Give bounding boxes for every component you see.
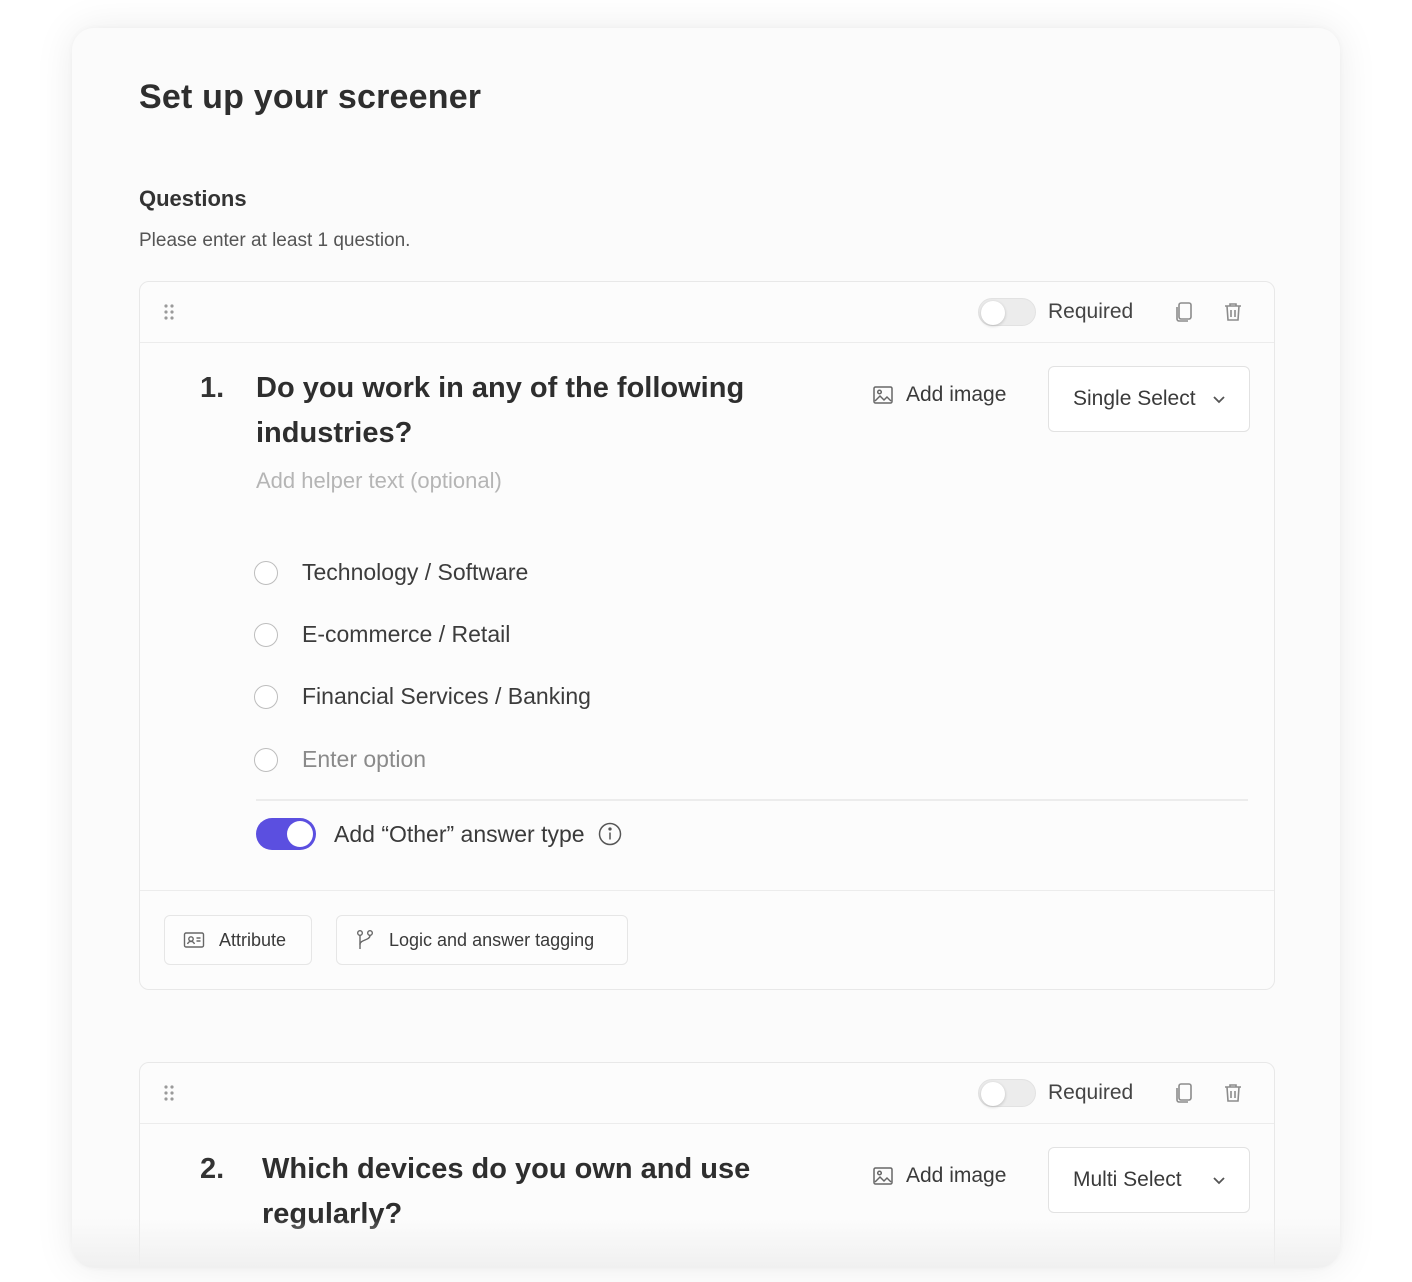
toggle-knob	[287, 821, 313, 847]
question-type-select[interactable]: Multi Select	[1048, 1147, 1250, 1213]
drag-handle-icon[interactable]	[162, 1083, 176, 1103]
option-radio[interactable]	[254, 684, 278, 709]
add-image-label: Add image	[906, 1164, 1007, 1187]
other-answer-toggle[interactable]	[256, 818, 316, 850]
attribute-label: Attribute	[219, 929, 287, 950]
duplicate-icon[interactable]	[1171, 1080, 1197, 1106]
trash-icon[interactable]	[1220, 299, 1246, 325]
duplicate-icon[interactable]	[1171, 299, 1197, 325]
question-type-value: Multi Select	[1073, 1168, 1182, 1191]
option-radio[interactable]	[254, 747, 278, 772]
new-option-row: Enter option	[254, 746, 426, 773]
question-card-header: Required	[140, 1063, 1274, 1124]
required-label: Required	[1048, 300, 1134, 323]
required-label: Required	[1048, 1081, 1134, 1104]
trash-icon[interactable]	[1220, 1080, 1246, 1106]
required-toggle[interactable]	[978, 298, 1036, 326]
id-card-icon	[183, 932, 205, 948]
new-option-input[interactable]: Enter option	[302, 746, 426, 773]
option-row: E-commerce / Retail	[254, 621, 510, 648]
drag-handle-icon[interactable]	[162, 302, 176, 322]
other-answer-label: Add “Other” answer type	[334, 820, 585, 847]
other-answer-row: Add “Other” answer type	[256, 818, 623, 850]
option-row: Financial Services / Banking	[254, 683, 591, 710]
option-label[interactable]: E-commerce / Retail	[302, 621, 510, 648]
chevron-down-icon	[1213, 396, 1225, 404]
option-row: Technology / Software	[254, 559, 528, 586]
logic-tagging-label: Logic and answer tagging	[389, 929, 595, 950]
question-text[interactable]: Do you work in any of the following indu…	[256, 366, 796, 456]
question-card-1: Required 1. Do you work in any of the fo…	[139, 281, 1275, 990]
image-icon	[873, 386, 893, 404]
branch-icon	[357, 930, 373, 949]
logic-tagging-button[interactable]: Logic and answer tagging	[336, 915, 628, 965]
question-number: 1.	[200, 372, 225, 404]
panel-bottom-fade	[72, 1218, 1340, 1268]
chevron-down-icon	[1213, 1177, 1225, 1185]
divider	[256, 799, 1248, 801]
question-card-header: Required	[140, 282, 1274, 343]
option-label[interactable]: Technology / Software	[302, 559, 528, 586]
info-icon[interactable]	[597, 821, 623, 847]
required-toggle[interactable]	[978, 1079, 1036, 1107]
helper-text-input[interactable]: Add helper text (optional)	[256, 468, 502, 494]
add-image-label: Add image	[906, 383, 1007, 406]
section-title: Questions	[139, 186, 247, 211]
question-card-footer: Attribute Logic and answer tagging	[140, 890, 1274, 989]
add-image-button[interactable]: Add image	[872, 383, 1006, 407]
image-icon	[873, 1167, 893, 1185]
screener-panel: Set up your screener Questions Please en…	[72, 28, 1340, 1268]
question-type-select[interactable]: Single Select	[1048, 366, 1250, 432]
section-subtitle: Please enter at least 1 question.	[139, 230, 411, 251]
question-number: 2.	[200, 1153, 225, 1185]
option-radio[interactable]	[254, 622, 278, 647]
add-image-button[interactable]: Add image	[872, 1164, 1006, 1188]
option-radio[interactable]	[254, 560, 278, 585]
page-title: Set up your screener	[139, 78, 482, 116]
toggle-knob	[981, 301, 1005, 325]
question-type-value: Single Select	[1073, 387, 1196, 410]
option-label[interactable]: Financial Services / Banking	[302, 683, 591, 710]
attribute-button[interactable]: Attribute	[164, 915, 312, 965]
toggle-knob	[981, 1082, 1005, 1106]
